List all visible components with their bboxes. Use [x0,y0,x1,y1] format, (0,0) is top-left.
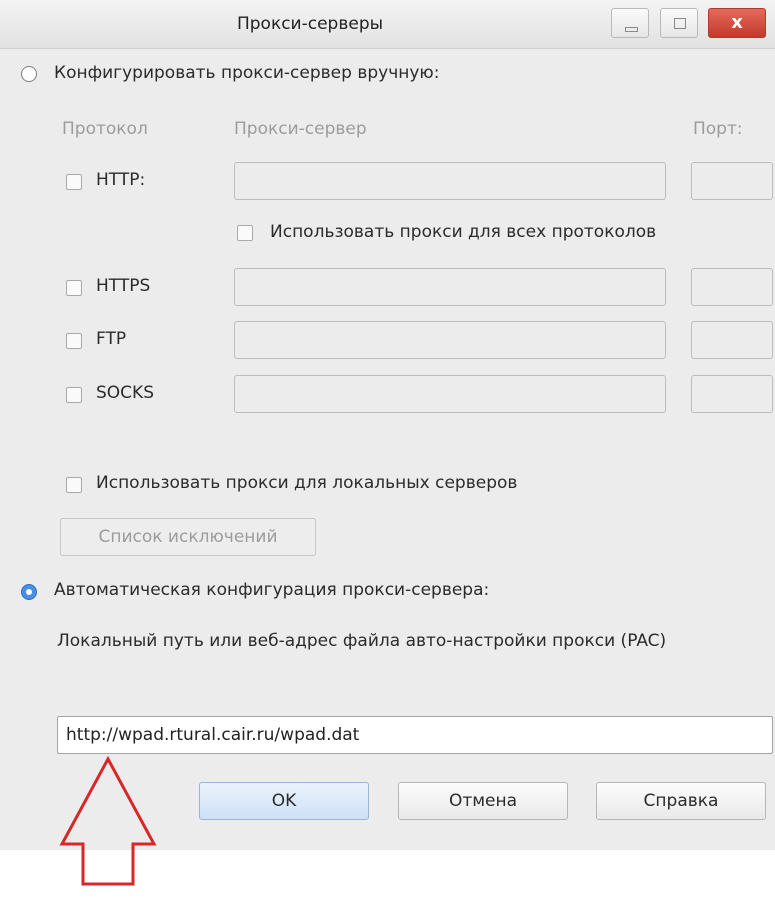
pac-url-input[interactable] [57,716,773,754]
ok-button[interactable]: OK [199,782,369,820]
pac-description: Локальный путь или веб-адрес файла авто-… [57,631,667,651]
http-port-field[interactable] [691,162,773,200]
close-icon: x [731,12,743,33]
proxy-server-header: Прокси-сервер [234,119,367,139]
use-local-servers-label: Использовать прокси для локальных сервер… [96,473,518,493]
http-label: HTTP: [96,170,146,190]
https-label: HTTPS [96,276,151,296]
http-checkbox[interactable] [66,174,82,190]
minimize-icon [625,27,638,32]
https-server-field[interactable] [234,268,666,306]
cancel-button[interactable]: Отмена [398,782,568,820]
exceptions-list-button[interactable]: Список исключений [60,518,316,556]
auto-config-label: Автоматическая конфигурация прокси-серве… [54,580,490,600]
https-port-field[interactable] [691,268,773,306]
maximize-icon [674,18,686,29]
socks-server-field[interactable] [234,375,666,413]
up-arrow-icon [59,756,157,886]
protocol-header: Протокол [62,119,148,139]
close-button[interactable]: x [708,8,766,38]
proxy-dialog: Прокси-серверы x Конфигурировать прокси-… [0,0,775,850]
title-bar: Прокси-серверы x [0,0,775,49]
ftp-server-field[interactable] [234,321,666,359]
window-title: Прокси-серверы [236,14,384,34]
minimize-button[interactable] [611,8,649,38]
manual-config-label: Конфигурировать прокси-сервер вручную: [54,63,440,83]
port-header: Порт: [693,119,743,139]
ftp-checkbox[interactable] [66,333,82,349]
https-checkbox[interactable] [66,280,82,296]
socks-label: SOCKS [96,383,154,403]
ftp-port-field[interactable] [691,321,773,359]
use-all-protocols-label: Использовать прокси для всех протоколов [270,222,657,242]
use-local-servers-checkbox[interactable] [66,477,82,493]
help-button[interactable]: Справка [596,782,766,820]
http-server-field[interactable] [234,162,666,200]
manual-config-radio[interactable] [21,66,37,82]
ftp-label: FTP [96,329,127,349]
use-all-protocols-checkbox[interactable] [237,225,253,241]
maximize-button[interactable] [660,8,698,38]
arrow-outline [59,756,157,886]
auto-config-radio[interactable] [21,584,37,600]
socks-port-field[interactable] [691,375,773,413]
socks-checkbox[interactable] [66,387,82,403]
